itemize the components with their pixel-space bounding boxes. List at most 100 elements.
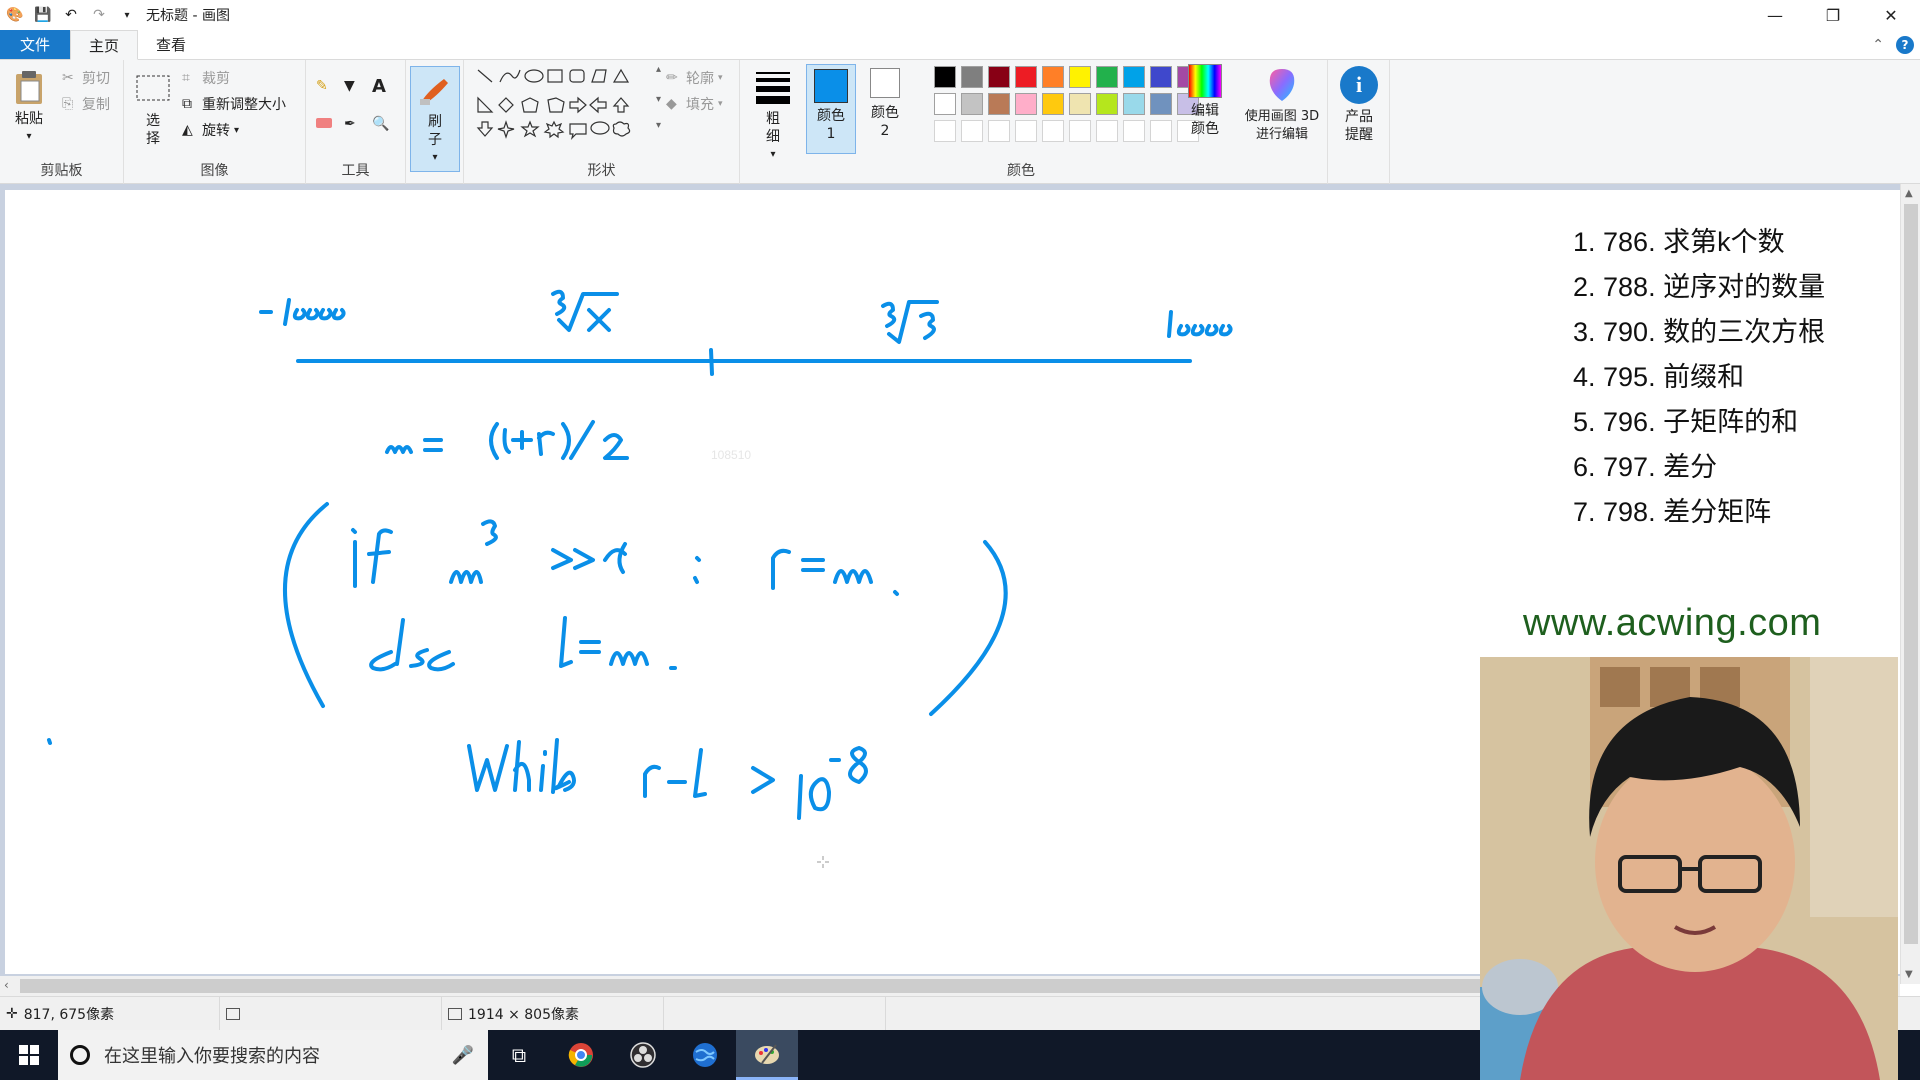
color-swatch[interactable] <box>1150 66 1172 88</box>
custom-color-slot[interactable] <box>961 120 983 142</box>
minimize-button[interactable]: — <box>1746 0 1804 30</box>
vertical-scrollbar[interactable]: ▲ ▼ <box>1900 184 1920 984</box>
color-swatch[interactable] <box>1015 66 1037 88</box>
size-button[interactable]: 粗细 ▾ <box>748 68 798 164</box>
outline-button[interactable]: ✏ 轮廓 ▾ <box>666 68 723 88</box>
custom-color-slot[interactable] <box>1096 120 1118 142</box>
color-swatch[interactable] <box>934 66 956 88</box>
horizontal-scroll-thumb[interactable] <box>20 979 1480 993</box>
taskbar-search-box[interactable]: 在这里输入你要搜索的内容 🎤 <box>58 1030 488 1080</box>
shapes-scroll-down[interactable]: ▾ <box>656 94 661 105</box>
problem-item: 2. 788. 逆序对的数量 <box>1573 272 1826 302</box>
scroll-down-arrow-icon[interactable]: ▼ <box>1905 969 1913 980</box>
text-tool[interactable]: A <box>372 76 386 97</box>
custom-color-slot[interactable] <box>988 120 1010 142</box>
pencil-icon: ✎ <box>316 78 328 94</box>
cut-button[interactable]: ✂ 剪切 <box>62 68 110 88</box>
webcam-overlay <box>1480 657 1898 1080</box>
outline-icon: ✏ <box>666 70 678 86</box>
info-icon: i <box>1340 66 1378 104</box>
color-swatch[interactable] <box>1042 66 1064 88</box>
restore-button[interactable]: ❐ <box>1804 0 1862 30</box>
taskbar-obs[interactable] <box>612 1030 674 1080</box>
magnifier-tool[interactable]: 🔍 <box>372 116 389 132</box>
custom-color-slot[interactable] <box>1069 120 1091 142</box>
crop-button[interactable]: ⌗ 裁剪 <box>182 68 230 88</box>
text-else <box>369 618 455 672</box>
problem-list: 1. 786. 求第k个数 2. 788. 逆序对的数量 3. 790. 数的三… <box>1573 220 1825 535</box>
color-picker-tool[interactable]: ✒ <box>344 116 360 132</box>
windows-logo-icon <box>19 1045 39 1065</box>
webcam-image <box>1480 657 1898 1080</box>
close-button[interactable]: ✕ <box>1862 0 1920 30</box>
taskbar-paint[interactable] <box>736 1030 798 1080</box>
scroll-up-arrow-icon[interactable]: ▲ <box>1905 188 1913 199</box>
tab-file[interactable]: 文件 <box>0 30 71 59</box>
shapes-gallery[interactable] <box>472 66 652 140</box>
color-swatch[interactable] <box>1123 93 1145 115</box>
vertical-scroll-thumb[interactable] <box>1904 204 1918 944</box>
tab-home[interactable]: 主页 <box>70 30 139 60</box>
fill-button[interactable]: ◆ 填充 ▾ <box>666 94 723 114</box>
color-swatch[interactable] <box>1096 66 1118 88</box>
tab-view[interactable]: 查看 <box>138 30 204 59</box>
scissors-icon: ✂ <box>62 70 74 86</box>
color-swatch[interactable] <box>961 93 983 115</box>
resize-button[interactable]: ⧉ 重新调整大小 <box>182 94 286 114</box>
shapes-expand[interactable]: ▾ <box>656 120 661 131</box>
product-tips-button[interactable]: i 产品提醒 <box>1334 66 1384 144</box>
color-swatch[interactable] <box>1123 66 1145 88</box>
paint-palette-icon <box>755 1043 779 1064</box>
task-view-button[interactable]: ⧉ <box>488 1030 550 1080</box>
save-icon[interactable]: 💾 <box>32 4 54 26</box>
taskbar-chrome[interactable] <box>550 1030 612 1080</box>
paint3d-button[interactable]: 使用画图 3D 进行编辑 <box>1240 66 1324 144</box>
color-swatch[interactable] <box>1150 93 1172 115</box>
label-cuberoot-x <box>551 289 619 332</box>
color-swatch[interactable] <box>988 93 1010 115</box>
text-l-eq-m <box>559 616 677 670</box>
brushes-button[interactable]: 刷子 ▾ <box>410 66 460 172</box>
rotate-button[interactable]: ◭ 旋转 ▾ <box>182 120 239 140</box>
color-swatch[interactable] <box>1015 93 1037 115</box>
copy-button[interactable]: ⎘ 复制 <box>62 94 110 114</box>
color-swatch[interactable] <box>934 93 956 115</box>
label-cuberoot-3 <box>881 300 939 344</box>
rainbow-gradient-icon <box>1188 64 1222 98</box>
canvas-size-icon <box>448 1007 462 1020</box>
color1-button[interactable]: 颜色 1 <box>806 64 856 154</box>
custom-color-slot[interactable] <box>934 120 956 142</box>
color-swatch[interactable] <box>1069 66 1091 88</box>
select-button[interactable]: 选择 <box>134 70 172 148</box>
shapes-scroll-up[interactable]: ▴ <box>656 64 661 75</box>
customize-dropdown-icon[interactable]: ▾ <box>116 4 138 26</box>
color-swatch[interactable] <box>988 66 1010 88</box>
paste-button[interactable]: 粘贴 ▾ <box>10 68 48 146</box>
undo-icon[interactable]: ↶ <box>60 4 82 26</box>
pencil-tool[interactable]: ✎ <box>316 78 332 94</box>
custom-color-slot[interactable] <box>1042 120 1064 142</box>
taskbar-globe-app[interactable] <box>674 1030 736 1080</box>
redo-icon[interactable]: ↷ <box>88 4 110 26</box>
microphone-icon[interactable]: 🎤 <box>452 1045 474 1066</box>
crop-icon: ⌗ <box>182 70 190 86</box>
collapse-ribbon-icon[interactable]: ⌃ <box>1872 37 1884 53</box>
color-swatch[interactable] <box>1096 93 1118 115</box>
scroll-left-arrow-icon[interactable]: ‹ <box>4 978 9 992</box>
text-a-icon: A <box>372 76 386 97</box>
custom-color-slot[interactable] <box>1123 120 1145 142</box>
help-icon[interactable]: ? <box>1896 35 1914 54</box>
start-button[interactable] <box>0 1030 58 1080</box>
color-swatch[interactable] <box>961 66 983 88</box>
color-swatch[interactable] <box>1042 93 1064 115</box>
ribbon-tabs: 文件 主页 查看 ⌃ ? <box>0 30 1920 60</box>
crosshair-cursor <box>817 856 829 868</box>
color2-button[interactable]: 颜色 2 <box>860 68 910 140</box>
custom-color-slot[interactable] <box>1150 120 1172 142</box>
color-swatch[interactable] <box>1069 93 1091 115</box>
custom-color-slot[interactable] <box>1015 120 1037 142</box>
fill-tool[interactable]: ▼ <box>344 78 360 94</box>
edit-colors-button[interactable]: 编辑颜色 <box>1180 64 1230 138</box>
eraser-tool[interactable] <box>316 118 332 128</box>
brush-icon <box>420 79 448 105</box>
